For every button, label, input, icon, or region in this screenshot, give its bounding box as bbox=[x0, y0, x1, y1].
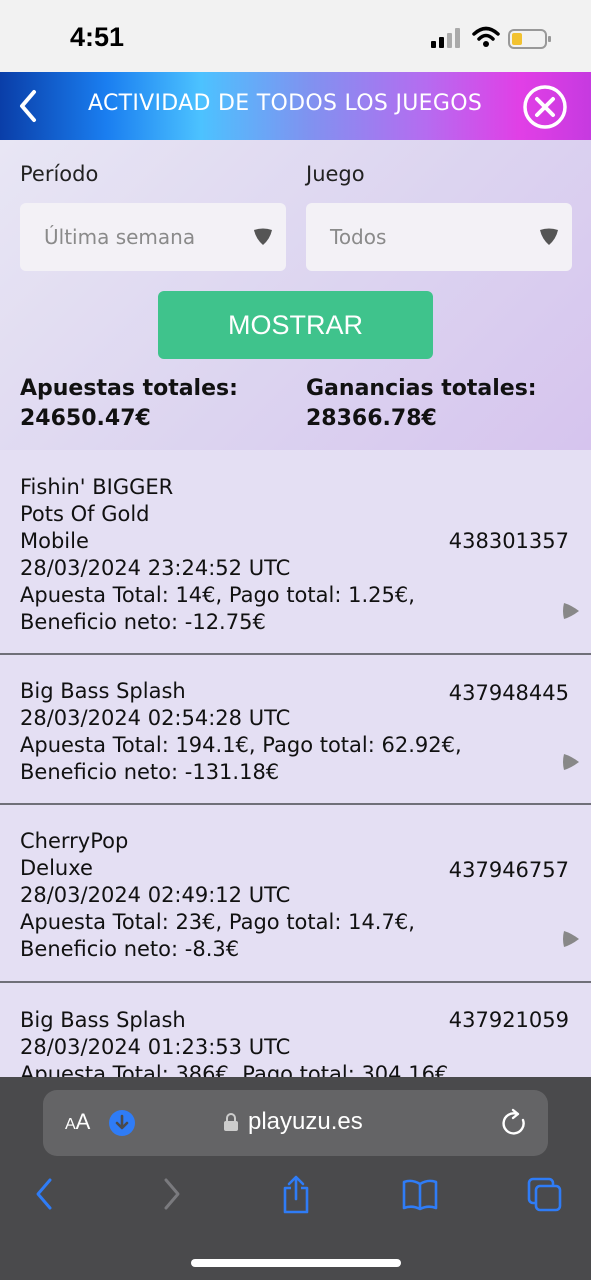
status-bar: 4:51 bbox=[0, 0, 591, 72]
share-icon[interactable] bbox=[280, 1174, 312, 1214]
home-indicator bbox=[191, 1259, 401, 1267]
activity-date: 28/03/2024 02:54:28 UTC bbox=[20, 706, 291, 730]
activity-item[interactable]: Fishin' BIGGER Pots Of Gold Mobile 28/03… bbox=[0, 450, 591, 655]
chevron-right-icon[interactable] bbox=[561, 752, 581, 772]
activity-bet-payout: Apuesta Total: 23€, Pago total: 14.7€, bbox=[20, 910, 415, 934]
chevron-right-icon[interactable] bbox=[561, 929, 581, 949]
period-label: Período bbox=[20, 162, 99, 186]
url-text: playuzu.es bbox=[248, 1108, 363, 1135]
wifi-icon bbox=[472, 26, 500, 47]
game-label: Juego bbox=[306, 162, 365, 186]
activity-game-name: Deluxe bbox=[20, 856, 93, 880]
total-bets-label: Apuestas totales: bbox=[20, 376, 238, 401]
activity-id: 437946757 bbox=[448, 858, 569, 882]
period-select-value: Última semana bbox=[44, 225, 196, 249]
activity-date: 28/03/2024 02:49:12 UTC bbox=[20, 883, 291, 907]
period-select[interactable]: Última semana bbox=[20, 203, 286, 271]
page-title: ACTIVIDAD DE TODOS LOS JUEGOS bbox=[88, 91, 483, 116]
close-icon[interactable] bbox=[522, 84, 568, 130]
text-size-large-label: A bbox=[75, 1109, 91, 1134]
activity-date: 28/03/2024 01:23:53 UTC bbox=[20, 1035, 291, 1059]
activity-bet-payout: Apuesta Total: 386€, Pago total: 304.16€… bbox=[20, 1062, 455, 1077]
total-bets-value: 24650.47€ bbox=[20, 406, 151, 431]
lock-icon bbox=[224, 1113, 238, 1131]
game-select[interactable]: Todos bbox=[306, 203, 572, 271]
browser-forward-icon[interactable] bbox=[160, 1174, 184, 1214]
activity-game-name: Big Bass Splash bbox=[20, 679, 186, 703]
activity-list: Fishin' BIGGER Pots Of Gold Mobile 28/03… bbox=[0, 450, 591, 1077]
activity-game-name: Mobile bbox=[20, 529, 89, 553]
activity-date: 28/03/2024 23:24:52 UTC bbox=[20, 556, 291, 580]
activity-item[interactable]: Big Bass Splash 28/03/2024 02:54:28 UTC … bbox=[0, 655, 591, 805]
activity-game-name: CherryPop bbox=[20, 829, 129, 853]
address-bar[interactable]: AA playuzu.es bbox=[43, 1090, 548, 1156]
activity-net-profit: Beneficio neto: -131.18€ bbox=[20, 760, 280, 784]
activity-item[interactable]: CherryPop Deluxe 28/03/2024 02:49:12 UTC… bbox=[0, 805, 591, 983]
tabs-icon[interactable] bbox=[527, 1174, 563, 1214]
app-header: ACTIVIDAD DE TODOS LOS JUEGOS bbox=[0, 72, 591, 140]
activity-id: 437921059 bbox=[448, 1008, 569, 1032]
game-select-value: Todos bbox=[330, 225, 387, 249]
status-time: 4:51 bbox=[70, 22, 125, 52]
text-size-small-label: A bbox=[65, 1116, 76, 1133]
activity-net-profit: Beneficio neto: -12.75€ bbox=[20, 610, 266, 634]
activity-item[interactable]: Big Bass Splash 28/03/2024 01:23:53 UTC … bbox=[0, 983, 591, 1077]
activity-game-name: Fishin' BIGGER bbox=[20, 475, 174, 499]
activity-id: 437948445 bbox=[448, 681, 569, 705]
dropdown-caret-icon bbox=[540, 228, 558, 245]
download-icon[interactable] bbox=[109, 1110, 135, 1136]
activity-net-profit: Beneficio neto: -8.3€ bbox=[20, 937, 240, 961]
activity-game-name: Pots Of Gold bbox=[20, 502, 150, 526]
show-button[interactable]: MOSTRAR bbox=[158, 291, 433, 359]
reader-settings-button[interactable]: AA bbox=[65, 1109, 90, 1135]
activity-id: 438301357 bbox=[448, 529, 569, 553]
bookmarks-icon[interactable] bbox=[401, 1174, 439, 1214]
activity-game-name: Big Bass Splash bbox=[20, 1008, 186, 1032]
dropdown-caret-icon bbox=[254, 228, 272, 245]
activity-bet-payout: Apuesta Total: 14€, Pago total: 1.25€, bbox=[20, 583, 415, 607]
chevron-right-icon[interactable] bbox=[561, 601, 581, 621]
total-winnings-label: Ganancias totales: bbox=[306, 376, 537, 401]
total-winnings-value: 28366.78€ bbox=[306, 406, 437, 431]
reload-icon[interactable] bbox=[501, 1108, 529, 1138]
activity-bet-payout: Apuesta Total: 194.1€, Pago total: 62.92… bbox=[20, 733, 462, 757]
browser-back-icon[interactable] bbox=[32, 1174, 56, 1214]
cellular-signal-icon bbox=[431, 28, 460, 48]
battery-icon bbox=[508, 29, 551, 49]
browser-toolbar: AA playuzu.es bbox=[0, 1077, 591, 1280]
back-arrow-icon[interactable] bbox=[12, 82, 44, 130]
filter-panel: Período Juego Última semana Todos MOSTRA… bbox=[0, 140, 591, 450]
